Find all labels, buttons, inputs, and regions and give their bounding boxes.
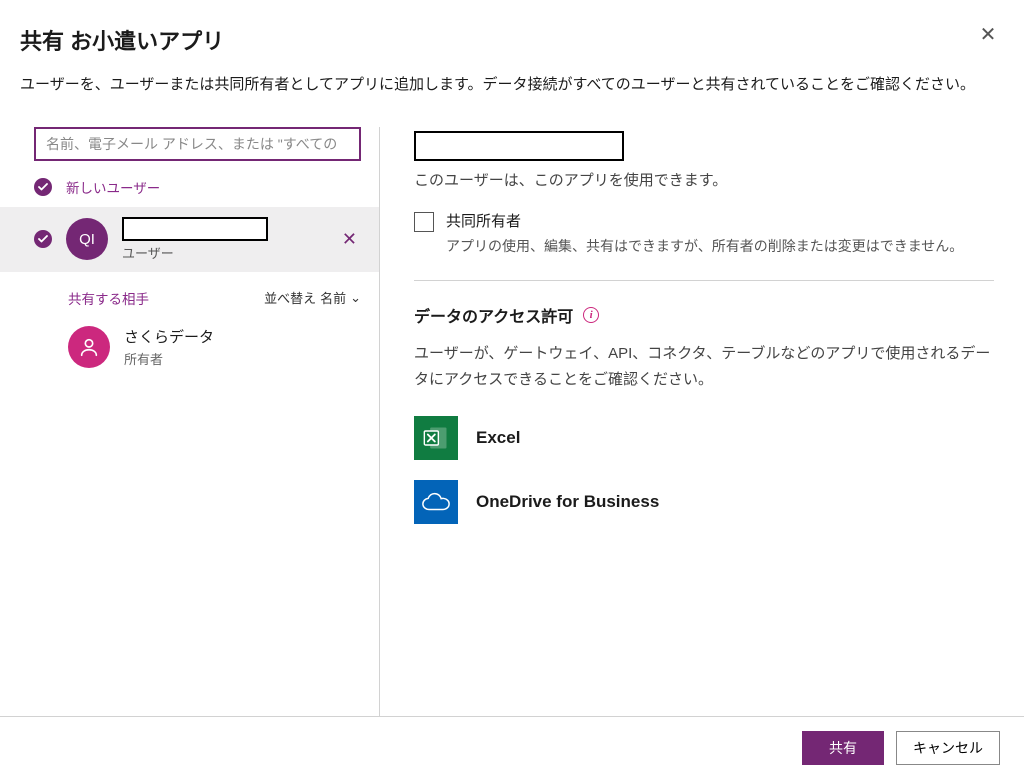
owner-role: 所有者 xyxy=(124,349,214,368)
data-permissions-desc: ユーザーが、ゲートウェイ、API、コネクタ、テーブルなどのアプリで使用されるデー… xyxy=(414,341,994,392)
owner-avatar-icon xyxy=(68,326,110,368)
connector-label: OneDrive for Business xyxy=(476,492,659,512)
co-owner-block: 共同所有者 アプリの使用、編集、共有はできますが、所有者の削除または変更はできま… xyxy=(414,210,994,259)
share-with-label: 共有する相手 xyxy=(68,288,149,308)
check-circle-icon xyxy=(34,178,52,196)
owner-row[interactable]: さくらデータ 所有者 xyxy=(0,318,379,378)
share-button[interactable]: 共有 xyxy=(802,731,884,765)
chevron-down-icon: ⌄ xyxy=(350,290,361,306)
new-user-section-label: 新しいユーザー xyxy=(0,173,379,207)
remove-user-button[interactable]: ✕ xyxy=(338,225,361,254)
info-icon[interactable]: i xyxy=(583,307,599,323)
share-with-header: 共有する相手 並べ替え 名前 ⌄ xyxy=(0,272,379,318)
selected-user-name-redacted xyxy=(414,131,624,161)
share-dialog: 共有 お小遣いアプリ ユーザーを、ユーザーまたは共同所有者としてアプリに追加しま… xyxy=(0,0,1024,779)
user-role-label: ユーザー xyxy=(122,243,324,262)
onedrive-icon xyxy=(414,480,458,524)
close-icon: ✕ xyxy=(980,22,997,47)
connector-row: Excel xyxy=(414,416,994,460)
selected-user-row[interactable]: QI ユーザー ✕ xyxy=(0,207,379,272)
dialog-body: 新しいユーザー QI ユーザー ✕ 共有する相手 並べ替え 名前 ⌄ xyxy=(0,127,1024,717)
connector-row: OneDrive for Business xyxy=(414,480,994,524)
owner-name: さくらデータ xyxy=(124,326,214,347)
data-permissions-title: データのアクセス許可 xyxy=(414,303,573,327)
check-circle-icon xyxy=(34,230,52,248)
user-info: ユーザー xyxy=(122,217,324,262)
cancel-button[interactable]: キャンセル xyxy=(896,731,1000,765)
dialog-title: 共有 お小遣いアプリ xyxy=(20,24,996,56)
user-name-redacted xyxy=(122,217,268,241)
user-search-input[interactable] xyxy=(34,127,361,161)
user-avatar: QI xyxy=(66,218,108,260)
share-sidebar: 新しいユーザー QI ユーザー ✕ 共有する相手 並べ替え 名前 ⌄ xyxy=(0,127,380,717)
owner-info: さくらデータ 所有者 xyxy=(124,326,214,368)
separator xyxy=(414,280,994,281)
close-button[interactable]: ✕ xyxy=(974,20,1002,48)
permissions-panel: このユーザーは、このアプリを使用できます。 共同所有者 アプリの使用、編集、共有… xyxy=(380,127,1024,717)
search-wrap xyxy=(0,127,379,173)
co-owner-checkbox[interactable] xyxy=(414,212,434,232)
sort-toggle[interactable]: 並べ替え 名前 ⌄ xyxy=(264,288,361,307)
data-permissions-header: データのアクセス許可 i xyxy=(414,303,994,327)
user-permission-desc: このユーザーは、このアプリを使用できます。 xyxy=(414,169,994,190)
co-owner-desc: アプリの使用、編集、共有はできますが、所有者の削除または変更はできません。 xyxy=(446,235,963,259)
co-owner-label: 共同所有者 xyxy=(446,210,963,231)
excel-icon xyxy=(414,416,458,460)
dialog-header: 共有 お小遣いアプリ ユーザーを、ユーザーまたは共同所有者としてアプリに追加しま… xyxy=(0,0,1024,109)
sort-label-prefix: 並べ替え xyxy=(264,288,316,307)
co-owner-text: 共同所有者 アプリの使用、編集、共有はできますが、所有者の削除または変更はできま… xyxy=(446,210,963,259)
dialog-subtitle: ユーザーを、ユーザーまたは共同所有者としてアプリに追加します。データ接続がすべて… xyxy=(20,74,996,97)
connector-label: Excel xyxy=(476,428,520,448)
new-user-label: 新しいユーザー xyxy=(66,177,160,197)
dialog-footer: 共有 キャンセル xyxy=(0,716,1024,779)
sort-field: 名前 xyxy=(320,288,346,307)
